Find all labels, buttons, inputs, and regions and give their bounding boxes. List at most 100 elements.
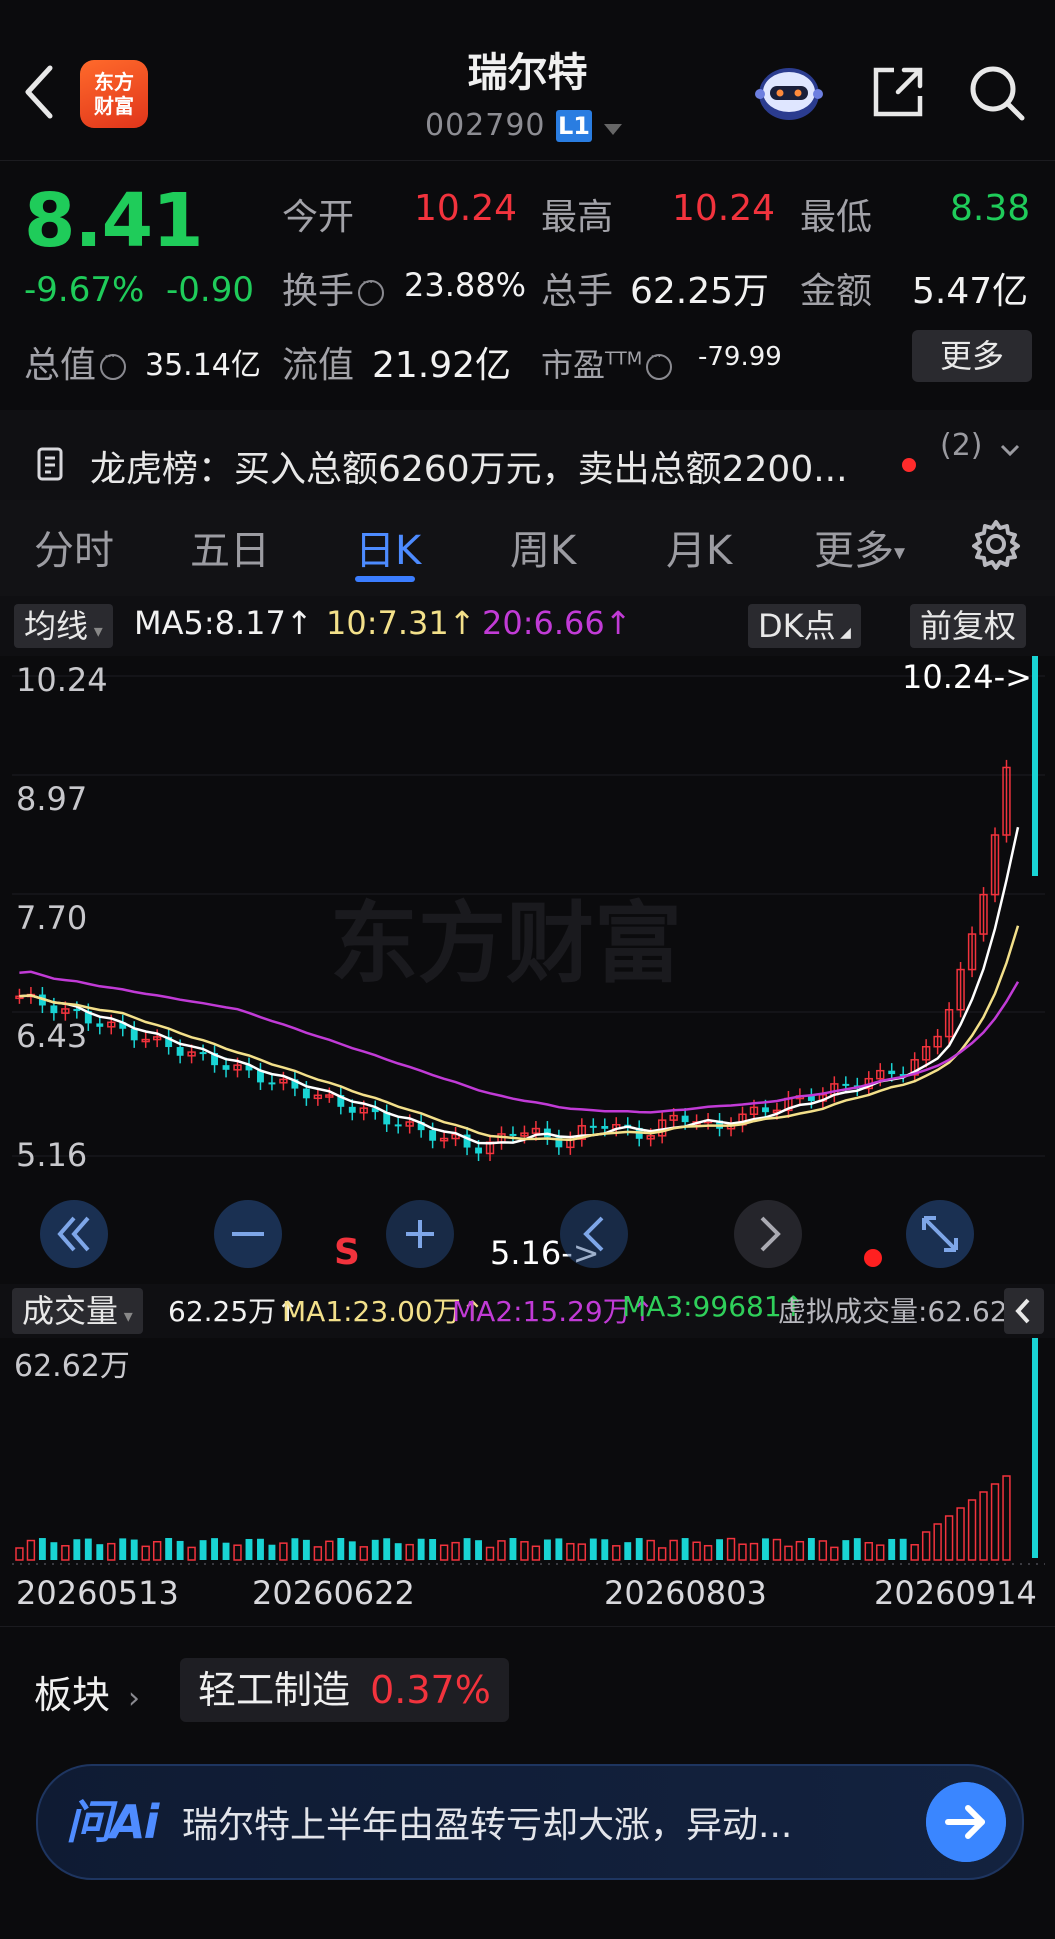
amount-value: 5.47亿 [912, 271, 1029, 312]
level-badge[interactable]: L1 [556, 110, 592, 142]
volume-bar [933, 1523, 942, 1561]
market-cap-label: 总值 [24, 336, 127, 388]
today-volume-bar [1032, 1338, 1038, 1558]
x-date-label: 20260803 [604, 1574, 767, 1612]
high-label: 最高 [541, 197, 614, 238]
tab-monthly-k[interactable]: 月K [666, 518, 732, 576]
y-axis-labels: 10.24 8.97 7.70 6.43 5.16 [16, 661, 108, 1174]
y-label: 8.97 [16, 780, 87, 818]
adjust-mode-button[interactable]: 前复权 [910, 604, 1027, 648]
list-document-icon [37, 447, 63, 481]
scroll-right-button[interactable] [734, 1200, 802, 1268]
volume-bar [842, 1540, 850, 1560]
volume-bar [601, 1539, 609, 1560]
volume-bar [657, 1547, 667, 1561]
volume-bar [956, 1507, 965, 1561]
volume-bar [417, 1538, 425, 1560]
volume-bar [738, 1543, 747, 1561]
info-icon[interactable] [646, 349, 673, 380]
scroll-left-button[interactable] [560, 1200, 628, 1268]
volume-bar [669, 1539, 678, 1561]
search-icon[interactable] [966, 62, 1028, 124]
kline-chart[interactable]: 东方财富 10.24 8.97 7.70 6.43 5.16 10.24-> 5… [12, 656, 1045, 1281]
gear-icon[interactable] [970, 518, 1022, 570]
chevron-left-icon [1015, 1298, 1030, 1324]
zoom-in-button[interactable] [386, 1200, 454, 1268]
level-dropdown-icon[interactable] [604, 124, 622, 135]
volume-bar [635, 1538, 643, 1560]
tab-daily-k[interactable]: 日K [355, 518, 421, 576]
volume-bar [50, 1542, 58, 1560]
virtual-volume: 虚拟成交量:62.62万 [778, 1295, 1036, 1328]
volume-bar [485, 1546, 495, 1561]
amount-label: 金额 [800, 271, 873, 312]
fullscreen-expand-button[interactable] [906, 1200, 974, 1268]
sector-row [0, 1626, 1055, 1737]
collapse-panel-button[interactable] [1004, 1288, 1044, 1334]
x-date-label: 20260513 [16, 1574, 179, 1612]
float-cap-label: 流值 [282, 345, 355, 386]
candle-body [681, 1115, 689, 1123]
volume-bar [371, 1539, 379, 1560]
info-icon[interactable] [358, 275, 385, 306]
candle-body [199, 1052, 207, 1055]
candle-body [302, 1088, 310, 1099]
volume-bar [394, 1543, 402, 1560]
tab-five-day[interactable]: 五日 [190, 518, 270, 576]
more-button[interactable]: 更多 [912, 330, 1032, 382]
volume-bar [531, 1545, 541, 1561]
volume-bar [187, 1546, 196, 1561]
candle-body [222, 1065, 230, 1070]
volume-bars [15, 1475, 1011, 1561]
zoom-out-button[interactable] [214, 1200, 282, 1268]
volume-bar [313, 1546, 323, 1561]
info-icon[interactable] [100, 349, 127, 380]
share-icon[interactable] [868, 62, 928, 122]
volume-chart[interactable]: 62.62万 [12, 1338, 1045, 1568]
volume-bar [130, 1539, 138, 1560]
ai-logo: 问Ai [66, 1795, 159, 1849]
turnover-label: 换手 [282, 262, 385, 314]
ma5-value: MA5:8.17↑ [134, 604, 313, 642]
scroll-left-fast-button[interactable] [40, 1200, 108, 1268]
turnover-value: 23.88% [404, 266, 527, 304]
candle-body [130, 1028, 138, 1041]
dk-point-toggle[interactable]: DK点 ◢ [748, 604, 861, 648]
volume-bar [233, 1544, 242, 1561]
volume-selector[interactable]: 成交量 ▾ [12, 1288, 143, 1334]
tab-intraday[interactable]: 分时 [34, 518, 114, 576]
high-price-marker: 10.24-> [902, 658, 1032, 696]
volume-bar [257, 1538, 264, 1560]
candle-body [96, 1023, 104, 1027]
volume-bar [979, 1491, 988, 1561]
robot-assistant-icon[interactable] [752, 62, 826, 124]
volume-bar [325, 1540, 334, 1561]
candle-body [475, 1147, 482, 1154]
y-label: 5.16 [16, 1136, 87, 1174]
low-label: 最低 [800, 197, 873, 238]
volume-bar [921, 1531, 931, 1561]
volume-bar [279, 1542, 288, 1561]
change-amount: -0.90 [166, 270, 254, 310]
ma-selector[interactable]: 均线 ▾ [14, 604, 113, 648]
volume-bar [864, 1541, 873, 1561]
volume-bar [302, 1539, 310, 1560]
volume-bar [520, 1541, 529, 1561]
volume-bar [716, 1539, 723, 1560]
sector-chip[interactable]: 轻工制造 0.37% [180, 1658, 509, 1722]
chevron-down-icon[interactable] [1000, 440, 1020, 460]
candle-body [429, 1130, 437, 1141]
y-label: 6.43 [16, 1017, 87, 1055]
arrow-right-icon[interactable] [926, 1782, 1006, 1862]
sector-label[interactable]: 板块 › [34, 1664, 140, 1719]
candle-body [842, 1083, 850, 1086]
volume-label: 总手 [541, 271, 614, 312]
volume-bar [383, 1538, 391, 1560]
candle-body [601, 1125, 609, 1129]
volume-bar [73, 1539, 81, 1560]
volume-bar [463, 1538, 471, 1560]
tab-more[interactable]: 更多▾ [814, 518, 905, 576]
candle-body [589, 1125, 597, 1128]
tab-weekly-k[interactable]: 周K [510, 518, 576, 576]
volume-bar [429, 1539, 437, 1560]
